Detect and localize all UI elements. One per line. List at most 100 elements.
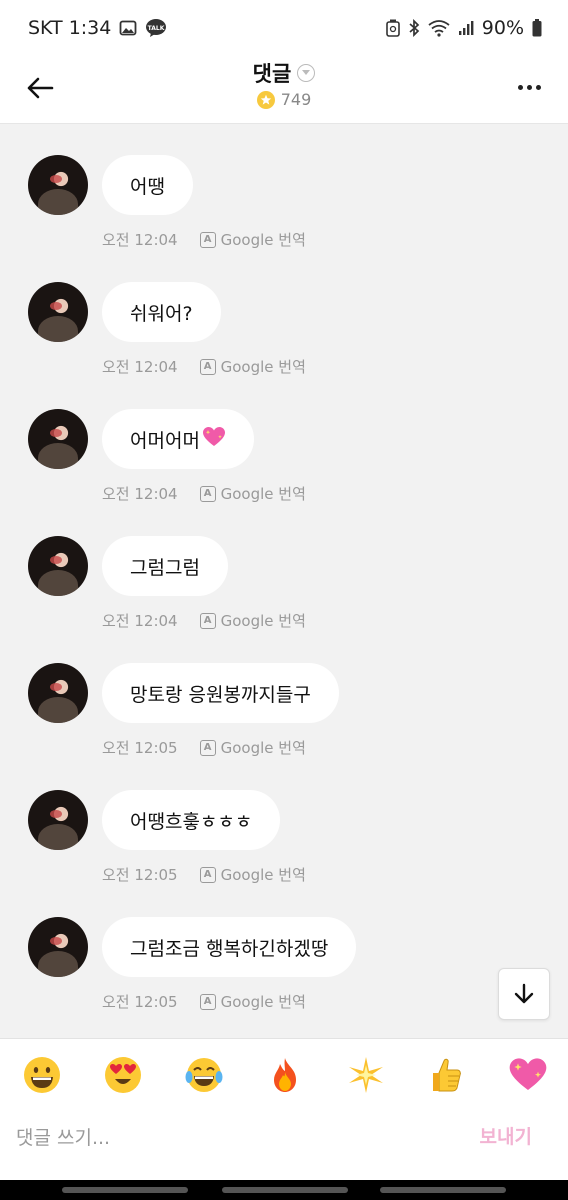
more-options-button[interactable]: [512, 70, 546, 104]
comment-meta: 오전 12:04 A Google 번역: [102, 229, 306, 250]
comment-meta: 오전 12:05 A Google 번역: [102, 864, 306, 885]
comment-count: 749: [280, 90, 312, 109]
comment-list[interactable]: 어땡 오전 12:04 A Google 번역 쉬워어? 오전 12:04 A Go…: [0, 124, 568, 1038]
comment-meta: 오전 12:04 A Google 번역: [102, 356, 306, 377]
system-nav-bar: [0, 1180, 568, 1200]
translate-label: Google 번역: [220, 358, 306, 376]
arrow-down-icon: [514, 983, 534, 1004]
send-button[interactable]: 보내기: [480, 1122, 532, 1149]
more-dot-icon: [517, 84, 523, 90]
avatar[interactable]: [28, 409, 88, 469]
status-left: SKT 1:34 TALK: [28, 17, 167, 39]
comment-time: 오전 12:04: [102, 485, 178, 503]
comment-time: 오전 12:05: [102, 739, 178, 757]
comment-meta: 오전 12:04 A Google 번역: [102, 483, 306, 504]
translate-button[interactable]: A Google 번역: [199, 356, 306, 377]
comment-bubble[interactable]: 어땡: [102, 155, 193, 215]
translate-label: Google 번역: [220, 866, 306, 884]
translate-button[interactable]: A Google 번역: [199, 991, 306, 1012]
fire-icon[interactable]: [263, 1053, 307, 1097]
avatar[interactable]: [28, 536, 88, 596]
recycle-icon: [385, 19, 400, 37]
comment-time: 오전 12:04: [102, 612, 178, 630]
avatar[interactable]: [28, 155, 88, 215]
translate-label: Google 번역: [220, 231, 306, 249]
more-dot-icon: [535, 84, 541, 90]
avatar[interactable]: [28, 663, 88, 723]
comment-time: 오전 12:05: [102, 866, 178, 884]
nav-home-button[interactable]: [222, 1187, 348, 1193]
translate-button[interactable]: A Google 번역: [199, 610, 306, 631]
battery-percent: 90%: [481, 17, 524, 39]
translate-icon: A: [199, 993, 216, 1010]
talk-icon: TALK: [145, 18, 167, 38]
comment-item: 그럼조금 행복하긴하겠땅 오전 12:05 A Google 번역: [0, 917, 568, 1037]
translate-label: Google 번역: [220, 993, 306, 1011]
sparkling-heart-icon[interactable]: [506, 1053, 550, 1097]
title-area: 댓글 749: [0, 58, 568, 110]
translate-icon: A: [199, 612, 216, 629]
comment-text: 그럼조금 행복하긴하겠땅: [130, 937, 329, 960]
sparkling-heart-icon: [202, 426, 226, 453]
comment-input[interactable]: [0, 1110, 460, 1166]
avatar[interactable]: [28, 790, 88, 850]
translate-label: Google 번역: [220, 612, 306, 630]
carrier-time: SKT 1:34: [28, 17, 112, 39]
page-title: 댓글: [252, 62, 292, 86]
nav-recent-button[interactable]: [62, 1187, 188, 1193]
svg-text:TALK: TALK: [148, 25, 165, 32]
more-dot-icon: [526, 84, 532, 90]
comment-item: 그럼그럼 오전 12:04 A Google 번역: [0, 536, 568, 656]
comment-text: 쉬워어?: [130, 302, 193, 325]
translate-icon: A: [199, 358, 216, 375]
signal-icon: [458, 20, 474, 36]
comment-item: 망토랑 응원봉까지들구 오전 12:05 A Google 번역: [0, 663, 568, 783]
comment-meta: 오전 12:05 A Google 번역: [102, 991, 306, 1012]
translate-button[interactable]: A Google 번역: [199, 229, 306, 250]
translate-icon: A: [199, 231, 216, 248]
comment-input-bar: 보내기: [0, 1110, 568, 1180]
comment-time: 오전 12:04: [102, 358, 178, 376]
translate-button[interactable]: A Google 번역: [199, 864, 306, 885]
comment-item: 어땡흐흫ㅎㅎㅎ 오전 12:05 A Google 번역: [0, 790, 568, 910]
sparkle-star-icon[interactable]: [344, 1053, 388, 1097]
heart-eyes-icon[interactable]: [101, 1053, 145, 1097]
nav-back-button[interactable]: [380, 1187, 506, 1193]
translate-icon: A: [199, 866, 216, 883]
scroll-to-bottom-button[interactable]: [498, 968, 550, 1020]
battery-icon: [532, 19, 542, 37]
status-right: 90%: [385, 17, 542, 39]
avatar[interactable]: [28, 282, 88, 342]
grinning-face-icon[interactable]: [20, 1053, 64, 1097]
translate-icon: A: [199, 739, 216, 756]
comment-bubble[interactable]: 그럼그럼: [102, 536, 228, 596]
comment-item: 쉬워어? 오전 12:04 A Google 번역: [0, 282, 568, 402]
translate-label: Google 번역: [220, 739, 306, 757]
tears-of-joy-icon[interactable]: [182, 1053, 226, 1097]
header: 댓글 749: [0, 56, 568, 124]
thumbs-up-icon[interactable]: [425, 1053, 469, 1097]
comment-text: 어머어머: [130, 429, 200, 452]
comment-time: 오전 12:05: [102, 993, 178, 1011]
avatar[interactable]: [28, 917, 88, 977]
comment-meta: 오전 12:04 A Google 번역: [102, 610, 306, 631]
comment-item: 어머어머 오전 12:04 A Google 번역: [0, 409, 568, 529]
comment-text: 그럼그럼: [130, 556, 200, 579]
comment-text: 망토랑 응원봉까지들구: [130, 683, 311, 706]
comment-time: 오전 12:04: [102, 231, 178, 249]
translate-button[interactable]: A Google 번역: [199, 737, 306, 758]
comment-text: 어땡: [130, 175, 165, 198]
dropdown-icon[interactable]: [297, 64, 316, 82]
comment-bubble[interactable]: 어땡흐흫ㅎㅎㅎ: [102, 790, 281, 850]
comment-bubble[interactable]: 망토랑 응원봉까지들구: [102, 663, 339, 723]
translate-button[interactable]: A Google 번역: [199, 483, 306, 504]
star-icon: [256, 90, 275, 109]
gallery-icon: [119, 19, 137, 37]
comment-bubble[interactable]: 어머어머: [102, 409, 254, 469]
status-bar: SKT 1:34 TALK 90%: [0, 0, 568, 56]
comment-meta: 오전 12:05 A Google 번역: [102, 737, 306, 758]
comment-item: 어땡 오전 12:04 A Google 번역: [0, 155, 568, 275]
comment-bubble[interactable]: 그럼조금 행복하긴하겠땅: [102, 917, 357, 977]
comment-bubble[interactable]: 쉬워어?: [102, 282, 221, 342]
comment-text: 어땡흐흫ㅎㅎㅎ: [130, 810, 253, 833]
